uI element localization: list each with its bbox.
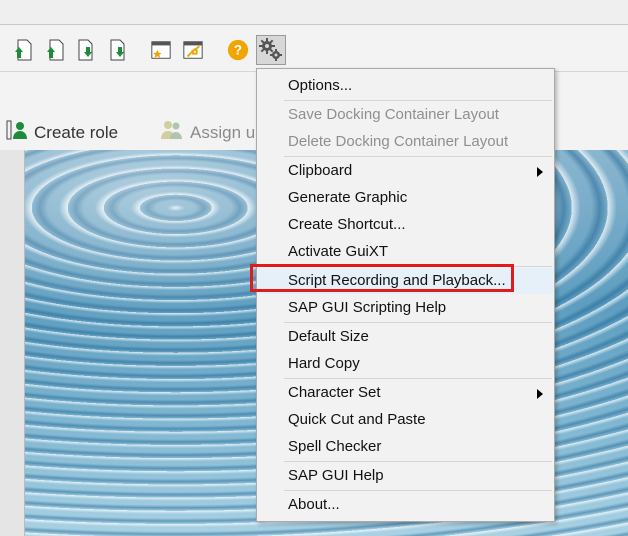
menu-item-label: SAP GUI Help: [288, 467, 384, 484]
menu-item-save-docking-layout: Save Docking Container Layout: [258, 102, 553, 128]
create-role-button[interactable]: Create role: [6, 119, 118, 146]
menu-item-label: Clipboard: [288, 162, 353, 179]
menu-item-label: About...: [288, 496, 340, 513]
svg-text:?: ?: [234, 43, 242, 58]
help-icon[interactable]: ?: [227, 38, 251, 62]
menu-item-label: Hard Copy: [288, 355, 360, 372]
menu-item-options[interactable]: Options...: [258, 73, 553, 99]
menu-separator: [284, 100, 552, 101]
menu-item-label: Create Shortcut...: [288, 216, 406, 233]
menu-separator: [284, 461, 552, 462]
upload-doc-icon[interactable]: [12, 38, 34, 62]
assign-user-button[interactable]: Assign u: [160, 119, 255, 146]
settings-gear-icon[interactable]: [256, 35, 286, 65]
menu-item-default-size[interactable]: Default Size: [258, 324, 553, 350]
menu-item-hard-copy[interactable]: Hard Copy: [258, 351, 553, 377]
menu-item-label: Generate Graphic: [288, 189, 408, 206]
menu-item-character-set[interactable]: Character Set: [258, 380, 553, 406]
highlight-annotation: [250, 264, 514, 292]
menu-item-label: Options...: [288, 77, 353, 94]
assign-user-label: Assign u: [190, 122, 256, 142]
toolbar: ?: [0, 25, 628, 72]
favorites-add-icon[interactable]: [150, 38, 174, 62]
menu-item-label: Default Size: [288, 328, 369, 345]
menu-item-sap-gui-help[interactable]: SAP GUI Help: [258, 463, 553, 489]
menu-separator: [284, 378, 552, 379]
submenu-arrow-icon: [537, 167, 543, 177]
menu-item-label: Character Set: [288, 384, 381, 401]
create-role-label: Create role: [34, 122, 119, 142]
menu-item-label: Activate GuiXT: [288, 243, 389, 260]
navigation-pane-edge[interactable]: [0, 150, 25, 536]
menu-item-quick-cut-paste[interactable]: Quick Cut and Paste: [258, 407, 553, 433]
download-doc-icon[interactable]: [76, 38, 98, 62]
menu-separator: [284, 322, 552, 323]
menu-item-create-shortcut[interactable]: Create Shortcut...: [258, 212, 553, 238]
menu-item-label: Spell Checker: [288, 438, 382, 455]
menu-separator: [284, 490, 552, 491]
menu-item-about[interactable]: About...: [258, 492, 553, 518]
menu-item-generate-graphic[interactable]: Generate Graphic: [258, 185, 553, 211]
submenu-arrow-icon: [537, 389, 543, 399]
favorites-open-icon[interactable]: [182, 38, 206, 62]
menu-item-scripting-help[interactable]: SAP GUI Scripting Help: [258, 295, 553, 321]
menu-item-label: SAP GUI Scripting Help: [288, 299, 447, 316]
customize-layout-menu: Options... Save Docking Container Layout…: [256, 68, 555, 522]
menu-separator: [284, 156, 552, 157]
menu-item-clipboard[interactable]: Clipboard: [258, 158, 553, 184]
menu-item-label: Quick Cut and Paste: [288, 411, 426, 428]
menu-item-label: Save Docking Container Layout: [288, 106, 499, 123]
menu-item-delete-docking-layout: Delete Docking Container Layout: [258, 129, 553, 155]
upload-doc-alt-icon[interactable]: [44, 38, 66, 62]
menu-item-activate-guixt[interactable]: Activate GuiXT: [258, 239, 553, 265]
menu-item-spell-checker[interactable]: Spell Checker: [258, 434, 553, 460]
create-role-icon: [6, 119, 28, 146]
assign-user-icon: [160, 119, 184, 146]
menu-item-label: Delete Docking Container Layout: [288, 133, 509, 150]
download-doc-alt-icon[interactable]: [108, 38, 130, 62]
title-strip: [0, 0, 628, 25]
